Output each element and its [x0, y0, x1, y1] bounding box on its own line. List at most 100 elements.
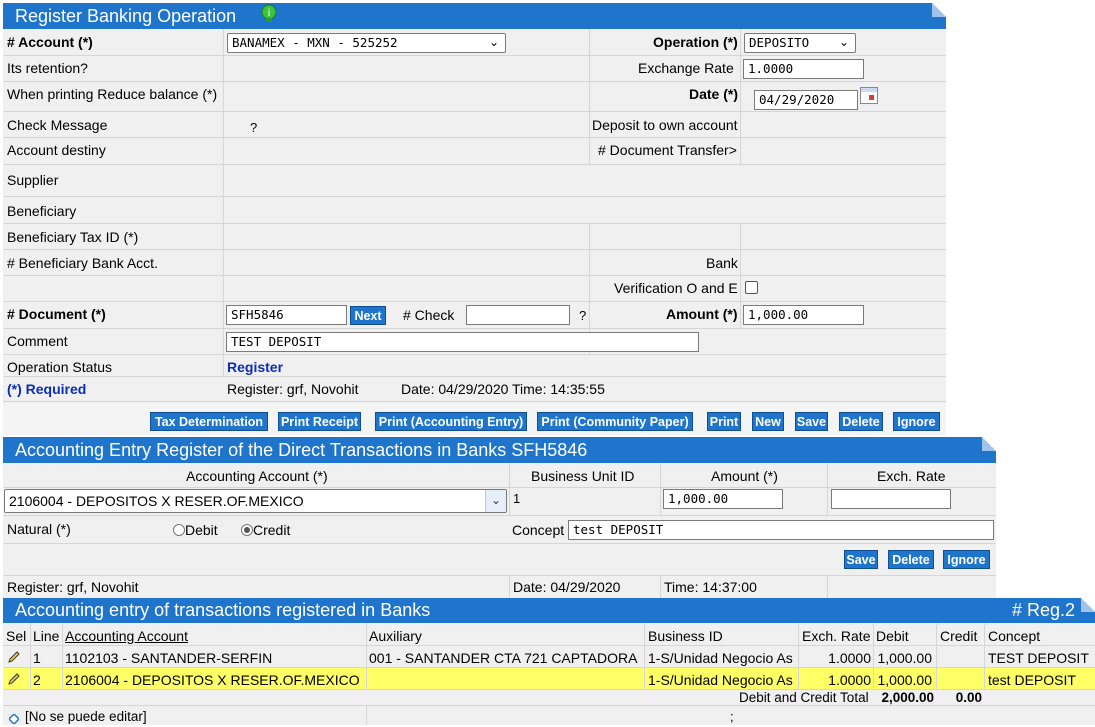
check-question-mark: ?	[579, 308, 587, 323]
row2-business: 1-S/Unidad Negocio As	[648, 672, 793, 688]
supplier-label: Supplier	[7, 172, 59, 188]
diamond-icon	[7, 711, 21, 726]
entry-exch-rate-input[interactable]	[831, 489, 951, 509]
header-concept: Concept	[988, 628, 1041, 644]
calendar-icon[interactable]	[860, 87, 878, 104]
col-amount: Amount (*)	[711, 468, 778, 484]
entry-title: Accounting Entry Register of the Direct …	[15, 440, 588, 460]
exchange-rate-input[interactable]: 1.0000	[743, 59, 864, 79]
check-message-value: ?	[250, 120, 258, 135]
debit-radio[interactable]: Debit	[173, 522, 218, 538]
col-accounting-account: Accounting Account (*)	[186, 468, 328, 484]
print-button[interactable]: Print	[707, 412, 741, 431]
chevron-down-icon: ⌄	[838, 35, 849, 49]
entry-amount-input[interactable]: 1,000.00	[663, 489, 783, 509]
header-accounting-account[interactable]: Accounting Account	[65, 628, 188, 644]
comment-input[interactable]: TEST DEPOSIT	[226, 332, 699, 352]
corner-fold	[982, 437, 996, 451]
amount-label: Amount (*)	[666, 306, 738, 322]
row2-account: 2106004 - DEPOSITOS X RESER.OF.MEXICO	[65, 672, 360, 688]
header-credit: Credit	[940, 628, 978, 644]
operation-label: Operation (*)	[653, 34, 738, 50]
comment-label: Comment	[7, 333, 68, 349]
print-accounting-entry-button[interactable]: Print (Accounting Entry)	[375, 412, 527, 431]
tax-determination-button[interactable]: Tax Determination	[150, 412, 268, 431]
radio-selected-icon	[241, 524, 253, 536]
operation-select[interactable]: DEPOSITO ⌄	[744, 33, 856, 53]
delete-button[interactable]: Delete	[839, 412, 883, 431]
list-title-bar: Accounting entry of transactions registe…	[3, 598, 1095, 623]
total-credit: 0.00	[955, 690, 982, 705]
print-community-paper-button[interactable]: Print (Community Paper)	[537, 412, 693, 431]
row1-auxiliary: 001 - SANTANDER CTA 721 CAPTADORA	[369, 650, 638, 666]
header-auxiliary: Auxiliary	[369, 628, 422, 644]
header-exch-rate: Exch. Rate	[802, 628, 871, 644]
document-transfer-label: # Document Transfer>	[598, 142, 737, 158]
entry-register-info: Register: grf, Novohit	[7, 579, 139, 595]
entry-register-date: Date: 04/29/2020	[513, 579, 621, 595]
edit-pencil-icon[interactable]	[7, 650, 21, 664]
entry-delete-button[interactable]: Delete	[888, 550, 934, 569]
operation-status-value: Register	[227, 359, 284, 375]
form-title-bar: Register Banking Operation i	[3, 3, 946, 29]
check-input[interactable]	[466, 305, 570, 325]
account-select[interactable]: BANAMEX - MXN - 525252 ⌄	[227, 33, 506, 53]
svg-text:i: i	[268, 8, 271, 19]
help-bulb-icon[interactable]: i	[259, 4, 279, 31]
date-label: Date (*)	[689, 86, 739, 102]
row1-line: 1	[33, 650, 41, 666]
entry-register-time: Time: 14:37:00	[664, 579, 757, 595]
accounting-account-select[interactable]: 2106004 - DEPOSITOS X RESER.OF.MEXICO ⌄	[4, 489, 507, 513]
corner-fold	[932, 3, 946, 17]
entry-ignore-button[interactable]: Ignore	[943, 550, 990, 569]
next-button[interactable]: Next	[350, 306, 386, 325]
col-business-unit: Business Unit ID	[531, 468, 635, 484]
header-business-id: Business ID	[648, 628, 723, 644]
header-sel: Sel	[6, 628, 27, 644]
deposit-own-label: Deposit to own account	[592, 117, 738, 133]
total-debit: 2,000.00	[881, 690, 934, 705]
concept-input[interactable]: test DEPOSIT	[568, 520, 994, 540]
footer-semicolon: ;	[730, 709, 734, 724]
concept-label: Concept	[512, 522, 565, 538]
radio-icon	[173, 524, 185, 536]
row2-concept: test DEPOSIT	[988, 672, 1076, 688]
corner-fold	[1081, 598, 1095, 612]
register-date: Date: 04/29/2020	[401, 381, 509, 397]
row1-account: 1102103 - SANTANDER-SERFIN	[65, 650, 273, 666]
row1-concept: TEST DEPOSIT	[988, 650, 1089, 666]
natural-label: Natural (*)	[7, 521, 71, 537]
account-destiny-label: Account destiny	[7, 142, 106, 158]
new-button[interactable]: New	[752, 412, 784, 431]
row1-business: 1-S/Unidad Negocio As	[648, 650, 793, 666]
document-label: # Document (*)	[7, 306, 106, 322]
header-debit: Debit	[876, 628, 909, 644]
col-exch-rate: Exch. Rate	[877, 468, 946, 484]
business-unit-value: 1	[513, 491, 521, 506]
required-note: (*) Required	[7, 381, 87, 397]
check-message-label: Check Message	[7, 117, 108, 133]
beneficiary-bank-acct-label: # Beneficiary Bank Acct.	[7, 255, 158, 271]
entry-title-bar: Accounting Entry Register of the Direct …	[3, 437, 996, 463]
reduce-balance-label: When printing Reduce balance (*)	[7, 86, 218, 102]
operation-status-label: Operation Status	[7, 359, 113, 375]
print-receipt-button[interactable]: Print Receipt	[278, 412, 361, 431]
verification-checkbox[interactable]	[745, 281, 758, 294]
header-line: Line	[33, 628, 60, 644]
exchange-rate-label: Exchange Rate	[638, 60, 734, 76]
edit-pencil-icon[interactable]	[7, 672, 21, 686]
ignore-button[interactable]: Ignore	[893, 412, 940, 431]
entry-save-button[interactable]: Save	[844, 550, 878, 569]
document-input[interactable]: SFH5846	[226, 305, 347, 325]
row2-debit: 1,000.00	[877, 672, 933, 688]
row2-rate: 1.0000	[828, 672, 871, 688]
register-info: Register: grf, Novohit	[227, 381, 359, 397]
beneficiary-tax-label: Beneficiary Tax ID (*)	[7, 229, 139, 245]
credit-radio[interactable]: Credit	[241, 522, 290, 538]
amount-input[interactable]: 1,000.00	[743, 305, 864, 325]
date-input[interactable]: 04/29/2020	[754, 90, 858, 110]
list-title: Accounting entry of transactions registe…	[15, 600, 431, 620]
row1-rate: 1.0000	[828, 650, 871, 666]
save-button[interactable]: Save	[795, 412, 828, 431]
total-label: Debit and Credit Total	[739, 690, 869, 705]
